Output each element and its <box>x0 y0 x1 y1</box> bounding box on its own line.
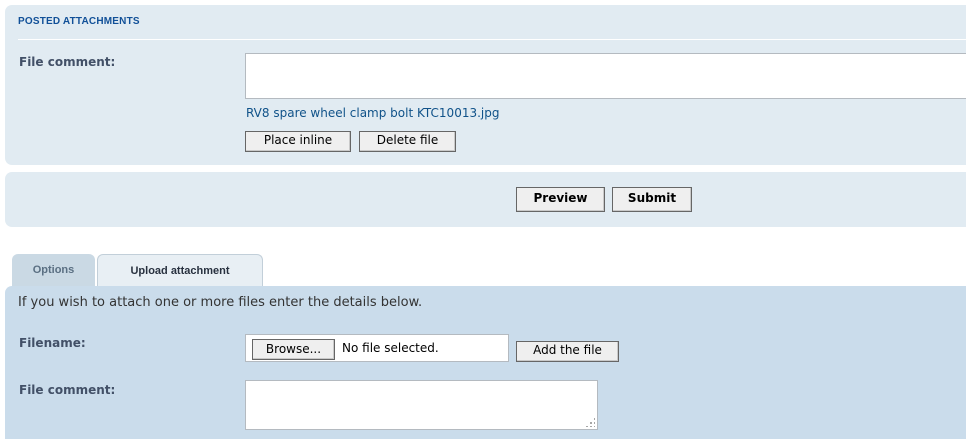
preview-button[interactable]: Preview <box>516 187 605 212</box>
tab-upload-attachment[interactable]: Upload attachment <box>97 254 263 286</box>
submit-button[interactable]: Submit <box>612 187 692 212</box>
section-divider <box>18 39 966 40</box>
delete-file-button[interactable]: Delete file <box>359 131 456 152</box>
resize-grip-icon[interactable] <box>585 417 595 427</box>
selected-file-status: No file selected. <box>342 341 439 355</box>
file-comment-label: File comment: <box>19 55 116 69</box>
posted-file-comment-field[interactable] <box>245 53 966 99</box>
file-input[interactable]: Browse... No file selected. <box>245 334 509 362</box>
add-file-button[interactable]: Add the file <box>516 341 619 362</box>
filename-label: Filename: <box>19 336 86 350</box>
upload-attachment-panel: If you wish to attach one or more files … <box>5 286 966 439</box>
place-inline-button[interactable]: Place inline <box>245 131 351 152</box>
submit-panel: Preview Submit <box>5 172 966 227</box>
posted-attachments-title: POSTED ATTACHMENTS <box>18 16 140 27</box>
upload-file-comment-field[interactable] <box>245 380 598 430</box>
upload-instructions: If you wish to attach one or more files … <box>18 295 423 310</box>
posted-attachments-panel: POSTED ATTACHMENTS File comment: RV8 spa… <box>5 5 966 165</box>
attached-filename-link[interactable]: RV8 spare wheel clamp bolt KTC10013.jpg <box>246 106 499 120</box>
upload-file-comment-label: File comment: <box>19 383 116 397</box>
browse-button[interactable]: Browse... <box>252 339 335 360</box>
tab-options[interactable]: Options <box>12 254 95 286</box>
